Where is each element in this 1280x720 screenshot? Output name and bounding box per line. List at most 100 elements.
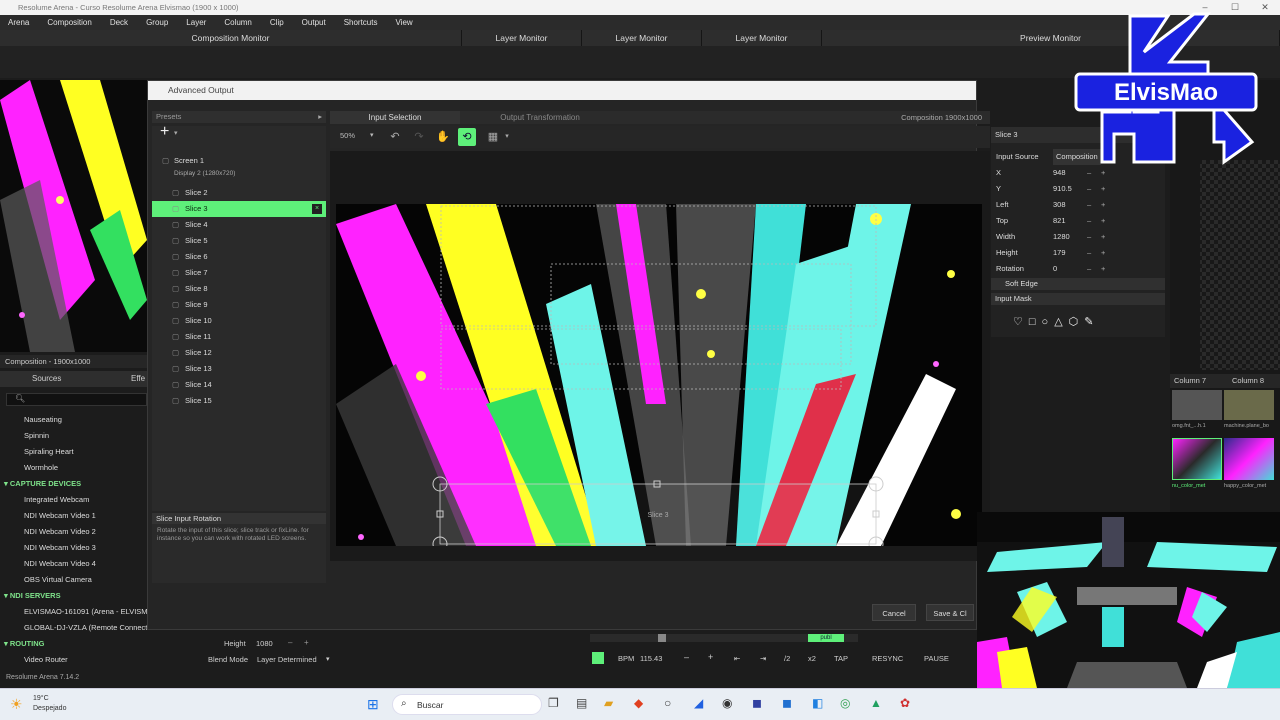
clip-thumb-2[interactable] xyxy=(1224,390,1274,420)
input-canvas[interactable]: Slice 3 xyxy=(336,204,982,546)
tab-input-selection[interactable]: Input Selection xyxy=(330,111,460,124)
menu-composition[interactable]: Composition xyxy=(47,15,91,30)
slice-item[interactable]: ▢ Slice 8 xyxy=(152,281,326,297)
slice-item[interactable]: ▢ Slice 12 xyxy=(152,345,326,361)
decrement-icon[interactable]: – xyxy=(1087,229,1091,245)
source-item[interactable]: NDI Webcam Video 3 xyxy=(0,540,147,556)
decrement-icon[interactable]: – xyxy=(1087,197,1091,213)
column-8-header[interactable]: Column 8 xyxy=(1232,374,1264,388)
source-item[interactable]: NDI Webcam Video 4 xyxy=(0,556,147,572)
redo-icon[interactable]: ↷ xyxy=(410,128,428,146)
app-icon-4[interactable]: ◉ xyxy=(722,696,732,710)
slice-item[interactable]: ▢ Slice 14 xyxy=(152,377,326,393)
bpm-double-button[interactable]: x2 xyxy=(808,654,816,663)
tab-output-transformation[interactable]: Output Transformation xyxy=(470,111,610,124)
source-item[interactable]: Video Router xyxy=(0,652,147,668)
property-value[interactable]: 910.5 xyxy=(1053,181,1072,197)
increment-icon[interactable]: + xyxy=(1101,213,1105,229)
property-value[interactable]: 308 xyxy=(1053,197,1066,213)
property-value[interactable]: 179 xyxy=(1053,245,1066,261)
menu-shortcuts[interactable]: Shortcuts xyxy=(344,15,378,30)
property-value[interactable]: 948 xyxy=(1053,165,1066,181)
source-item[interactable]: Wormhole xyxy=(0,460,147,476)
hand-icon[interactable]: ✋ xyxy=(434,128,452,146)
nudge-forward-icon[interactable]: ⇥ xyxy=(760,654,766,663)
decrement-icon[interactable]: – xyxy=(1087,181,1091,197)
menu-deck[interactable]: Deck xyxy=(110,15,128,30)
clip-thumb-4[interactable] xyxy=(1224,438,1274,480)
decrement-icon[interactable]: – xyxy=(1087,165,1091,181)
timeline-handle[interactable] xyxy=(658,634,666,642)
increment-icon[interactable]: + xyxy=(1101,165,1105,181)
slice-item[interactable]: ▢ Slice 11 xyxy=(152,329,326,345)
bpm-increment-icon[interactable]: + xyxy=(708,652,713,662)
property-value[interactable]: 0 xyxy=(1053,261,1057,277)
source-item[interactable]: Spinnin xyxy=(0,428,147,444)
tab-sources[interactable]: Sources xyxy=(32,371,61,387)
app-icon-3[interactable]: ◢ xyxy=(694,696,703,710)
slice-item[interactable]: ▢ Slice 4 xyxy=(152,217,326,233)
nudge-back-icon[interactable]: ⇤ xyxy=(734,654,740,663)
heart-icon[interactable]: ♡ xyxy=(1013,316,1029,328)
grid-chevron-icon[interactable]: ▾ xyxy=(498,128,516,146)
layer-monitor-tab-2[interactable]: Layer Monitor xyxy=(582,30,702,46)
soft-edge-toggle[interactable]: Soft Edge xyxy=(991,278,1165,290)
height-increment-icon[interactable]: + xyxy=(304,638,309,647)
property-value[interactable]: 1280 xyxy=(1053,229,1070,245)
resync-button[interactable]: RESYNC xyxy=(872,654,903,663)
transform-tool-icon[interactable]: ⟲ xyxy=(458,128,476,146)
increment-icon[interactable]: + xyxy=(1101,181,1105,197)
windows-start-icon[interactable]: ⊞ xyxy=(367,696,379,713)
bpm-sync-icon[interactable] xyxy=(592,652,604,664)
square-icon[interactable]: □ xyxy=(1029,316,1042,328)
slice-item[interactable]: ▢ Slice 6 xyxy=(152,249,326,265)
menu-clip[interactable]: Clip xyxy=(270,15,284,30)
delete-slice-icon[interactable]: × xyxy=(312,204,322,214)
chevron-down-icon[interactable]: ▾ xyxy=(174,126,178,142)
tree-display[interactable]: Display 2 (1280x720) xyxy=(152,166,326,182)
menu-column[interactable]: Column xyxy=(224,15,252,30)
tab-effects[interactable]: Effe xyxy=(131,371,145,387)
taskbar-search[interactable]: ⌕ Buscar xyxy=(392,694,542,715)
bpm-half-button[interactable]: /2 xyxy=(784,654,790,663)
source-item[interactable]: Spiraling Heart xyxy=(0,444,147,460)
source-item[interactable]: Integrated Webcam xyxy=(0,492,147,508)
app-icon-6[interactable]: ✿ xyxy=(900,696,910,710)
slice-item[interactable]: ▢ Slice 3 × xyxy=(152,201,326,217)
layer-monitor-tab-3[interactable]: Layer Monitor xyxy=(702,30,822,46)
timeline-bar[interactable]: publ xyxy=(590,634,858,642)
cancel-button[interactable]: Cancel xyxy=(872,604,916,621)
source-item[interactable]: Nauseating xyxy=(0,412,147,428)
clip-thumb-1[interactable] xyxy=(1172,390,1222,420)
increment-icon[interactable]: + xyxy=(1101,245,1105,261)
file-explorer-icon[interactable]: ▰ xyxy=(604,696,613,710)
zoom-select[interactable]: 50% xyxy=(340,131,355,140)
blend-mode-select[interactable]: Layer Determined xyxy=(257,655,317,664)
circle-icon[interactable]: ○ xyxy=(1042,316,1055,328)
undo-icon[interactable]: ↶ xyxy=(386,128,404,146)
decrement-icon[interactable]: – xyxy=(1087,213,1091,229)
decrement-icon[interactable]: – xyxy=(1087,261,1091,277)
app-icon-5[interactable]: ◧ xyxy=(812,696,823,710)
save-close-button[interactable]: Save & Cl xyxy=(926,604,974,621)
add-screen-icon[interactable]: + xyxy=(160,124,169,140)
task-view-icon[interactable]: ❐ xyxy=(548,696,559,710)
composition-monitor-tab[interactable]: Composition Monitor xyxy=(0,30,462,46)
property-value[interactable]: 821 xyxy=(1053,213,1066,229)
after-effects-icon[interactable]: ◼ xyxy=(752,696,762,710)
source-item[interactable]: ELVISMAO-161091 (Arena - ELVISM xyxy=(0,604,147,620)
source-group[interactable]: ▾ ROUTING xyxy=(0,636,147,652)
height-decrement-icon[interactable]: – xyxy=(288,638,292,647)
source-item[interactable]: GLOBAL-DJ-VZLA (Remote Connecti xyxy=(0,620,147,636)
presets-dropdown[interactable]: Presets ▸ xyxy=(152,111,326,123)
source-group[interactable]: ▾ CAPTURE DEVICES xyxy=(0,476,147,492)
bpm-value[interactable]: 115.43 xyxy=(640,654,662,663)
source-item[interactable]: OBS Virtual Camera xyxy=(0,572,147,588)
increment-icon[interactable]: + xyxy=(1101,261,1105,277)
slice-item[interactable]: ▢ Slice 15 xyxy=(152,393,326,409)
slice-item[interactable]: ▢ Slice 13 xyxy=(152,361,326,377)
pen-icon[interactable]: ✎ xyxy=(1084,316,1099,328)
clip-thumb-3[interactable] xyxy=(1172,438,1222,480)
column-7-header[interactable]: Column 7 xyxy=(1174,374,1206,388)
menu-layer[interactable]: Layer xyxy=(186,15,206,30)
